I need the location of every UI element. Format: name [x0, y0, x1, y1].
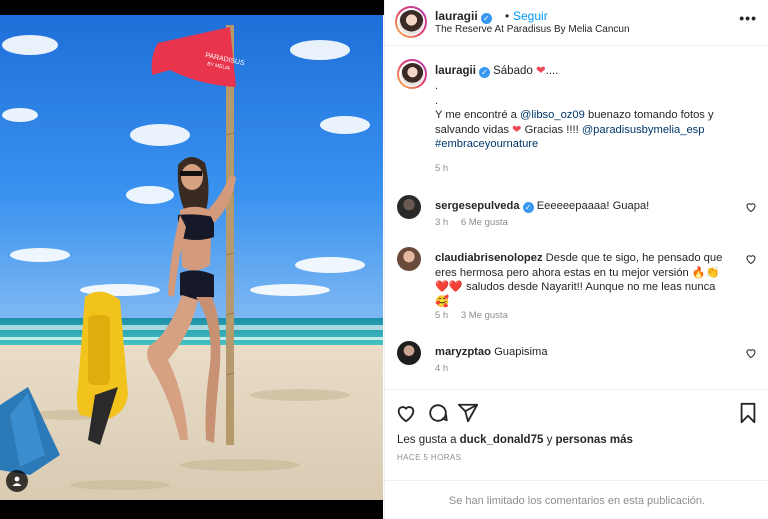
comment-text: claudiabrisenolopez Desde que te sigo, h…: [435, 251, 735, 309]
comment-body: saludos desde Nayarit!! Aunque no me lea…: [462, 281, 716, 293]
heart-icon[interactable]: [395, 402, 417, 424]
beach-photo-illustration: PARADISUS BY MELIA: [0, 15, 383, 500]
more-icon[interactable]: •••: [739, 10, 757, 26]
hearts-emoji: ❤️❤️: [435, 281, 463, 293]
likes-user[interactable]: duck_donald75: [460, 434, 544, 446]
comment-body: Guapisima: [494, 346, 548, 358]
likes-prefix: Les gusta a: [397, 434, 460, 446]
comment-text: maryzptao Guapisima: [435, 345, 735, 360]
mention-link[interactable]: @paradisusbymelia_esp: [582, 124, 705, 136]
comment-likes[interactable]: 6 Me gusta: [461, 217, 508, 228]
post-header: lauragii ✓ • Seguir The Reserve At Paradi…: [385, 0, 768, 46]
comments-section[interactable]: lauragii ✓ Sábado ❤.... . . Y me encontré…: [385, 47, 768, 389]
likes-others[interactable]: personas más: [556, 434, 633, 446]
mention-link[interactable]: @libso_oz09: [520, 109, 585, 121]
comment-item: claudiabrisenolopez Desde que te sigo, h…: [397, 247, 757, 329]
post-location[interactable]: The Reserve At Paradisus By Melia Cancun: [435, 24, 630, 35]
caption-dot: .: [435, 94, 439, 107]
post-media[interactable]: PARADISUS BY MELIA: [0, 15, 383, 519]
caption-first-line: Sábado: [493, 65, 533, 77]
follow-button[interactable]: Seguir: [513, 9, 548, 23]
commenter-username[interactable]: claudiabrisenolopez: [435, 252, 543, 264]
comment-item: maryzptao Guapisima 4 h: [397, 341, 757, 381]
likes-summary: Les gusta a duck_donald75 y personas más: [397, 434, 633, 446]
comment-meta: 3 h 6 Me gusta: [435, 217, 518, 228]
commenter-avatar[interactable]: [397, 247, 421, 271]
verified-icon: ✓: [522, 202, 534, 213]
caption-text: Y me encontré a: [435, 109, 520, 121]
comment-body: Eeeeeepaaaa! Guapa!: [536, 200, 650, 212]
red-heart-emoji: ❤: [512, 123, 522, 136]
comment-time: 5 h: [435, 310, 449, 321]
caption-time: 5 h: [435, 162, 449, 174]
smile-hearts-emoji: 🥰: [435, 295, 449, 308]
comment-meta: 5 h 3 Me gusta: [435, 310, 518, 321]
commenter-avatar[interactable]: [397, 341, 421, 365]
comment-item: sergesepulveda ✓ Eeeeeepaaaa! Guapa! 3 h …: [397, 195, 757, 235]
caption-dot: .: [435, 80, 439, 92]
comment-icon[interactable]: [427, 402, 449, 424]
heart-icon[interactable]: [745, 347, 757, 359]
verified-icon: ✓: [478, 67, 490, 78]
comment-likes[interactable]: 3 Me gusta: [461, 310, 508, 321]
post-timestamp[interactable]: HACE 5 HORAS: [397, 453, 461, 462]
likes-mid: y: [543, 434, 556, 446]
comment-meta: 4 h: [435, 363, 458, 374]
comments-limited-notice: Se han limitado los comentarios en esta …: [385, 480, 768, 519]
verified-icon: ✓: [480, 13, 492, 24]
comment-time: 3 h: [435, 217, 449, 228]
hashtag-link[interactable]: #embraceyournature: [435, 138, 538, 150]
author-avatar[interactable]: [395, 6, 427, 38]
header-separator: •: [505, 9, 510, 23]
fire-clap-emoji: 🔥👏: [691, 266, 720, 279]
commenter-avatar[interactable]: [397, 195, 421, 219]
commenter-username[interactable]: sergesepulveda: [435, 200, 520, 212]
share-icon[interactable]: [457, 402, 479, 424]
caption-text: Gracias !!!!: [521, 123, 582, 136]
red-heart-emoji: ❤: [535, 65, 546, 77]
post-panel: lauragii ✓ • Seguir The Reserve At Paradi…: [384, 0, 768, 519]
post-photo: PARADISUS BY MELIA: [0, 15, 383, 500]
caption-username[interactable]: lauragii: [435, 65, 476, 77]
caption-ellipsis: ....: [545, 65, 559, 77]
bookmark-icon[interactable]: [737, 402, 759, 424]
user-tag-icon[interactable]: [6, 470, 28, 492]
caption-header: lauragii ✓ Sábado ❤....: [435, 64, 558, 78]
caption-body: . . Y me encontré a @libso_oz09 buenazo …: [435, 79, 745, 176]
post-actions: Les gusta a duck_donald75 y personas más…: [385, 389, 768, 479]
caption-avatar[interactable]: [397, 59, 427, 89]
heart-icon[interactable]: [745, 253, 757, 265]
author-username[interactable]: lauragii ✓: [435, 9, 492, 24]
heart-icon[interactable]: [745, 201, 757, 213]
comment-text: sergesepulveda ✓ Eeeeeepaaaa! Guapa!: [435, 199, 735, 214]
commenter-username[interactable]: maryzptao: [435, 346, 491, 358]
comment-time: 4 h: [435, 363, 449, 374]
